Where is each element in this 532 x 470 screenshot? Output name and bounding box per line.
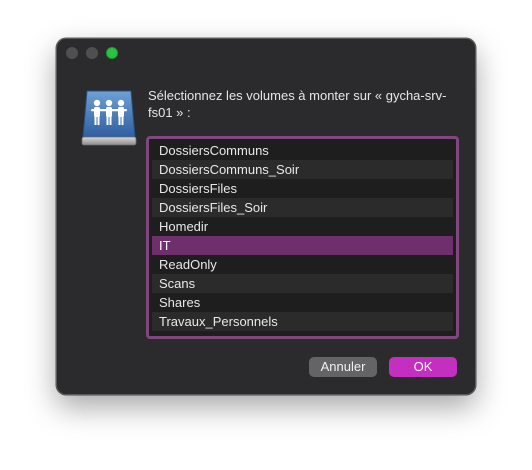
list-item[interactable]: Shares	[152, 293, 453, 312]
ok-button[interactable]: OK	[389, 357, 457, 377]
dialog-prompt: Sélectionnez les volumes à monter sur « …	[148, 88, 447, 120]
shared-server-icon	[81, 90, 137, 146]
list-item[interactable]: DossiersFiles	[152, 179, 453, 198]
list-item[interactable]: Homedir	[152, 217, 453, 236]
volume-list[interactable]: DossiersCommuns DossiersCommuns_Soir Dossi…	[146, 136, 459, 339]
list-item[interactable]: ReadOnly	[152, 255, 453, 274]
list-item[interactable]: DossiersFiles_Soir	[152, 198, 453, 217]
close-window-button[interactable]	[66, 47, 78, 59]
mount-volumes-dialog: Sélectionnez les volumes à monter sur « …	[56, 38, 476, 395]
cancel-button[interactable]: Annuler	[309, 357, 377, 377]
list-item[interactable]: Scans	[152, 274, 453, 293]
list-item[interactable]: DossiersCommuns_Soir	[152, 160, 453, 179]
zoom-window-button[interactable]	[106, 47, 118, 59]
minimize-window-button[interactable]	[86, 47, 98, 59]
list-item[interactable]: IT	[152, 236, 453, 255]
list-item[interactable]: Travaux_Personnels	[152, 312, 453, 331]
list-item[interactable]: DossiersCommuns	[152, 141, 453, 160]
